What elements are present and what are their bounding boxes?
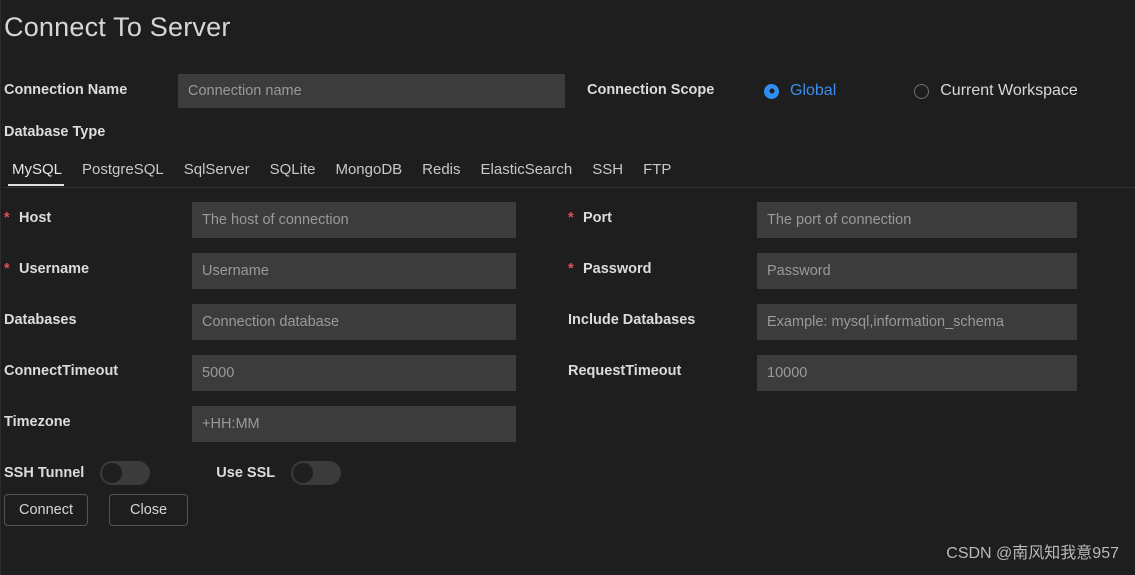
scope-option-global-label: Global <box>790 82 837 99</box>
connection-name-row: Connection Name Connection Scope Global … <box>4 72 1131 110</box>
form-row-username-password: * Username * Password <box>0 253 1135 304</box>
username-label: Username <box>19 261 90 277</box>
field-connect-timeout: ConnectTimeout <box>4 355 556 391</box>
toggle-row: SSH Tunnel Use SSL <box>4 455 342 491</box>
field-request-timeout: RequestTimeout <box>565 355 1131 391</box>
form-row-host-port: * Host * Port <box>0 202 1135 253</box>
field-host: * Host <box>4 202 556 238</box>
request-timeout-input[interactable] <box>757 355 1077 391</box>
password-input[interactable] <box>757 253 1077 289</box>
host-label: Host <box>19 210 52 226</box>
connection-name-input[interactable] <box>178 74 565 108</box>
tab-ftp[interactable]: FTP <box>633 161 681 186</box>
timezone-label: Timezone <box>4 414 71 430</box>
field-port: * Port <box>565 202 1131 238</box>
connection-name-label: Connection Name <box>4 82 128 98</box>
field-databases: Databases <box>4 304 556 340</box>
use-ssl-toggle[interactable] <box>291 461 342 485</box>
username-required-marker: * <box>4 261 10 277</box>
port-label: Port <box>583 210 612 226</box>
host-input[interactable] <box>192 202 516 238</box>
timezone-input[interactable] <box>192 406 516 442</box>
connect-button[interactable]: Connect <box>4 494 89 526</box>
dialog-actions: Connect Close <box>4 494 189 526</box>
tab-mysql[interactable]: MySQL <box>8 161 72 186</box>
radio-unselected-icon <box>914 83 930 99</box>
username-input[interactable] <box>192 253 516 289</box>
watermark: CSDN @南风知我意957 <box>946 545 1119 562</box>
connection-form: * Host * Port * Username * Password <box>0 202 1135 457</box>
ssh-tunnel-label: SSH Tunnel <box>4 465 85 481</box>
connect-timeout-label: ConnectTimeout <box>4 363 119 379</box>
form-row-timezone: Timezone <box>0 406 1135 457</box>
use-ssl-label: Use SSL <box>216 465 276 481</box>
tab-ssh[interactable]: SSH <box>582 161 633 186</box>
password-required-marker: * <box>568 261 574 277</box>
radio-selected-icon <box>764 83 779 99</box>
tab-mongodb[interactable]: MongoDB <box>325 161 412 186</box>
tab-redis[interactable]: Redis <box>412 161 470 186</box>
databases-label: Databases <box>4 312 77 328</box>
use-ssl-toggle-group: Use SSL <box>216 461 342 485</box>
host-required-marker: * <box>4 210 10 226</box>
database-type-label: Database Type <box>4 124 106 140</box>
field-include-databases: Include Databases <box>565 304 1131 340</box>
scope-option-global[interactable]: Global <box>764 82 836 100</box>
include-databases-input[interactable] <box>757 304 1077 340</box>
ssh-tunnel-toggle-group: SSH Tunnel <box>4 461 151 485</box>
scope-option-current-workspace-label: Current Workspace <box>940 82 1078 99</box>
close-button[interactable]: Close <box>109 494 189 526</box>
include-databases-label: Include Databases <box>568 312 696 328</box>
tab-postgresql[interactable]: PostgreSQL <box>72 161 174 186</box>
tab-elasticsearch[interactable]: ElasticSearch <box>471 161 583 186</box>
databases-input[interactable] <box>192 304 516 340</box>
field-username: * Username <box>4 253 556 289</box>
tab-sqlserver[interactable]: SqlServer <box>174 161 260 186</box>
page-title: Connect To Server <box>4 12 231 42</box>
connection-scope-radio-group: Global Current Workspace <box>764 72 1078 110</box>
connect-to-server-dialog: Connect To Server Connection Name Connec… <box>0 0 1135 575</box>
password-label: Password <box>583 261 652 277</box>
scope-option-current-workspace[interactable]: Current Workspace <box>914 82 1078 100</box>
ssh-tunnel-toggle[interactable] <box>100 461 151 485</box>
form-row-timeouts: ConnectTimeout RequestTimeout <box>0 355 1135 406</box>
toggle-knob-icon <box>293 463 314 483</box>
tab-sqlite[interactable]: SQLite <box>260 161 326 186</box>
form-row-databases: Databases Include Databases <box>0 304 1135 355</box>
toggle-knob-icon <box>102 463 123 483</box>
connection-scope-label: Connection Scope <box>587 82 715 98</box>
port-input[interactable] <box>757 202 1077 238</box>
tabs-divider <box>4 187 1135 188</box>
field-password: * Password <box>565 253 1131 289</box>
database-type-tabs: MySQL PostgreSQL SqlServer SQLite MongoD… <box>8 152 681 186</box>
port-required-marker: * <box>568 210 574 226</box>
field-timezone: Timezone <box>4 406 556 442</box>
request-timeout-label: RequestTimeout <box>568 363 682 379</box>
connect-timeout-input[interactable] <box>192 355 516 391</box>
